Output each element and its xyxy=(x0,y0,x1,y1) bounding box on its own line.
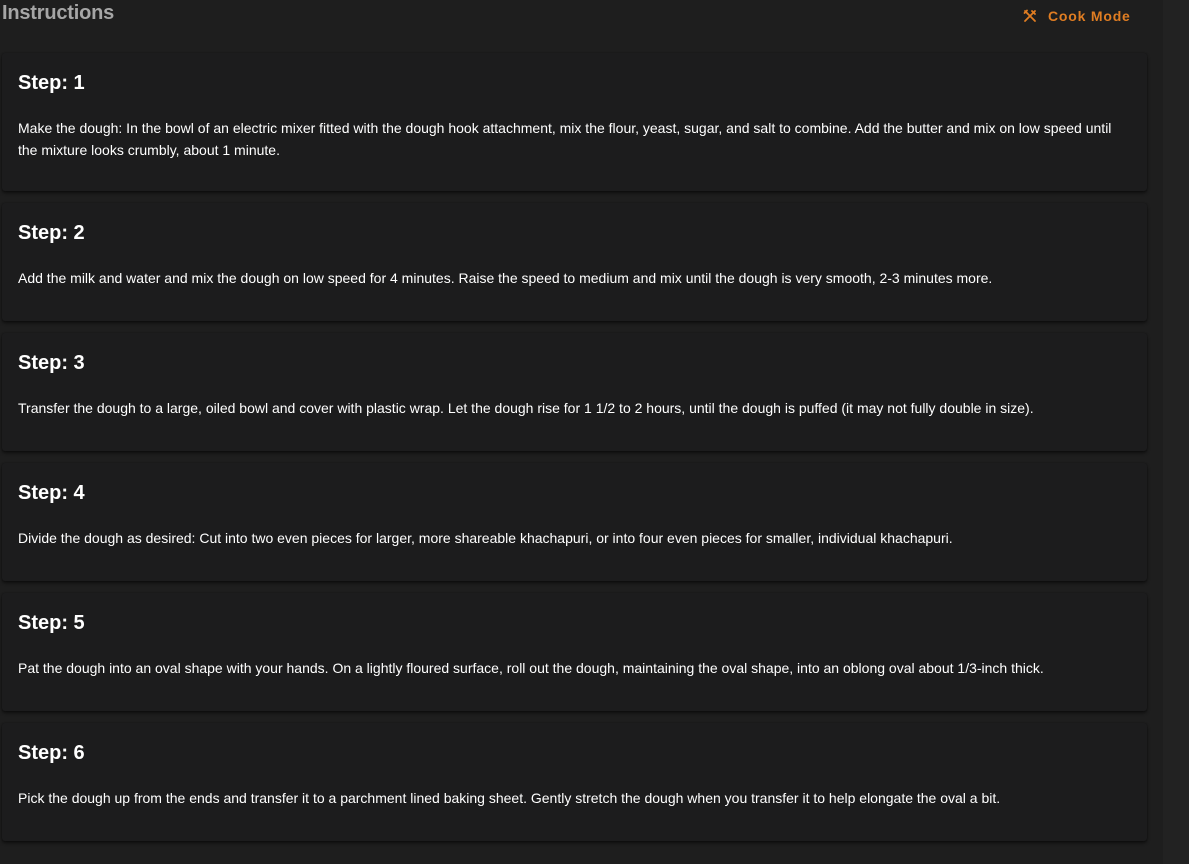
instructions-header: Instructions Cook Mode xyxy=(0,0,1163,34)
step-text: Pick the dough up from the ends and tran… xyxy=(18,790,1001,806)
step-title: Step: 3 xyxy=(18,352,85,374)
step-title: Step: 2 xyxy=(18,222,85,244)
cook-mode-label: Cook Mode xyxy=(1048,8,1131,24)
step-title: Step: 4 xyxy=(18,482,85,504)
step-card: Step: 6 Pick the dough up from the ends … xyxy=(2,723,1147,841)
step-title: Step: 6 xyxy=(18,742,85,764)
step-card: Step: 2 Add the milk and water and mix t… xyxy=(2,203,1147,321)
instructions-page: Instructions Cook Mode Step: 1 Make the … xyxy=(0,0,1189,864)
step-text: Pat the dough into an oval shape with yo… xyxy=(18,660,1044,676)
step-title: Step: 1 xyxy=(18,72,85,94)
step-text: Make the dough: In the bowl of an electr… xyxy=(18,120,1112,158)
step-card: Step: 3 Transfer the dough to a large, o… xyxy=(2,333,1147,451)
step-card: Step: 5 Pat the dough into an oval shape… xyxy=(2,593,1147,711)
step-card: Step: 1 Make the dough: In the bowl of a… xyxy=(2,53,1147,191)
steps-list: Step: 1 Make the dough: In the bowl of a… xyxy=(2,53,1147,853)
scrollbar-track[interactable] xyxy=(1163,0,1189,864)
step-text: Add the milk and water and mix the dough… xyxy=(18,270,993,286)
page-title: Instructions xyxy=(2,2,115,24)
utensils-crossed-icon xyxy=(1022,8,1038,24)
step-title: Step: 5 xyxy=(18,612,85,634)
step-text: Transfer the dough to a large, oiled bow… xyxy=(18,400,1034,416)
step-card: Step: 4 Divide the dough as desired: Cut… xyxy=(2,463,1147,581)
step-text: Divide the dough as desired: Cut into tw… xyxy=(18,530,953,546)
cook-mode-button[interactable]: Cook Mode xyxy=(1018,5,1135,27)
